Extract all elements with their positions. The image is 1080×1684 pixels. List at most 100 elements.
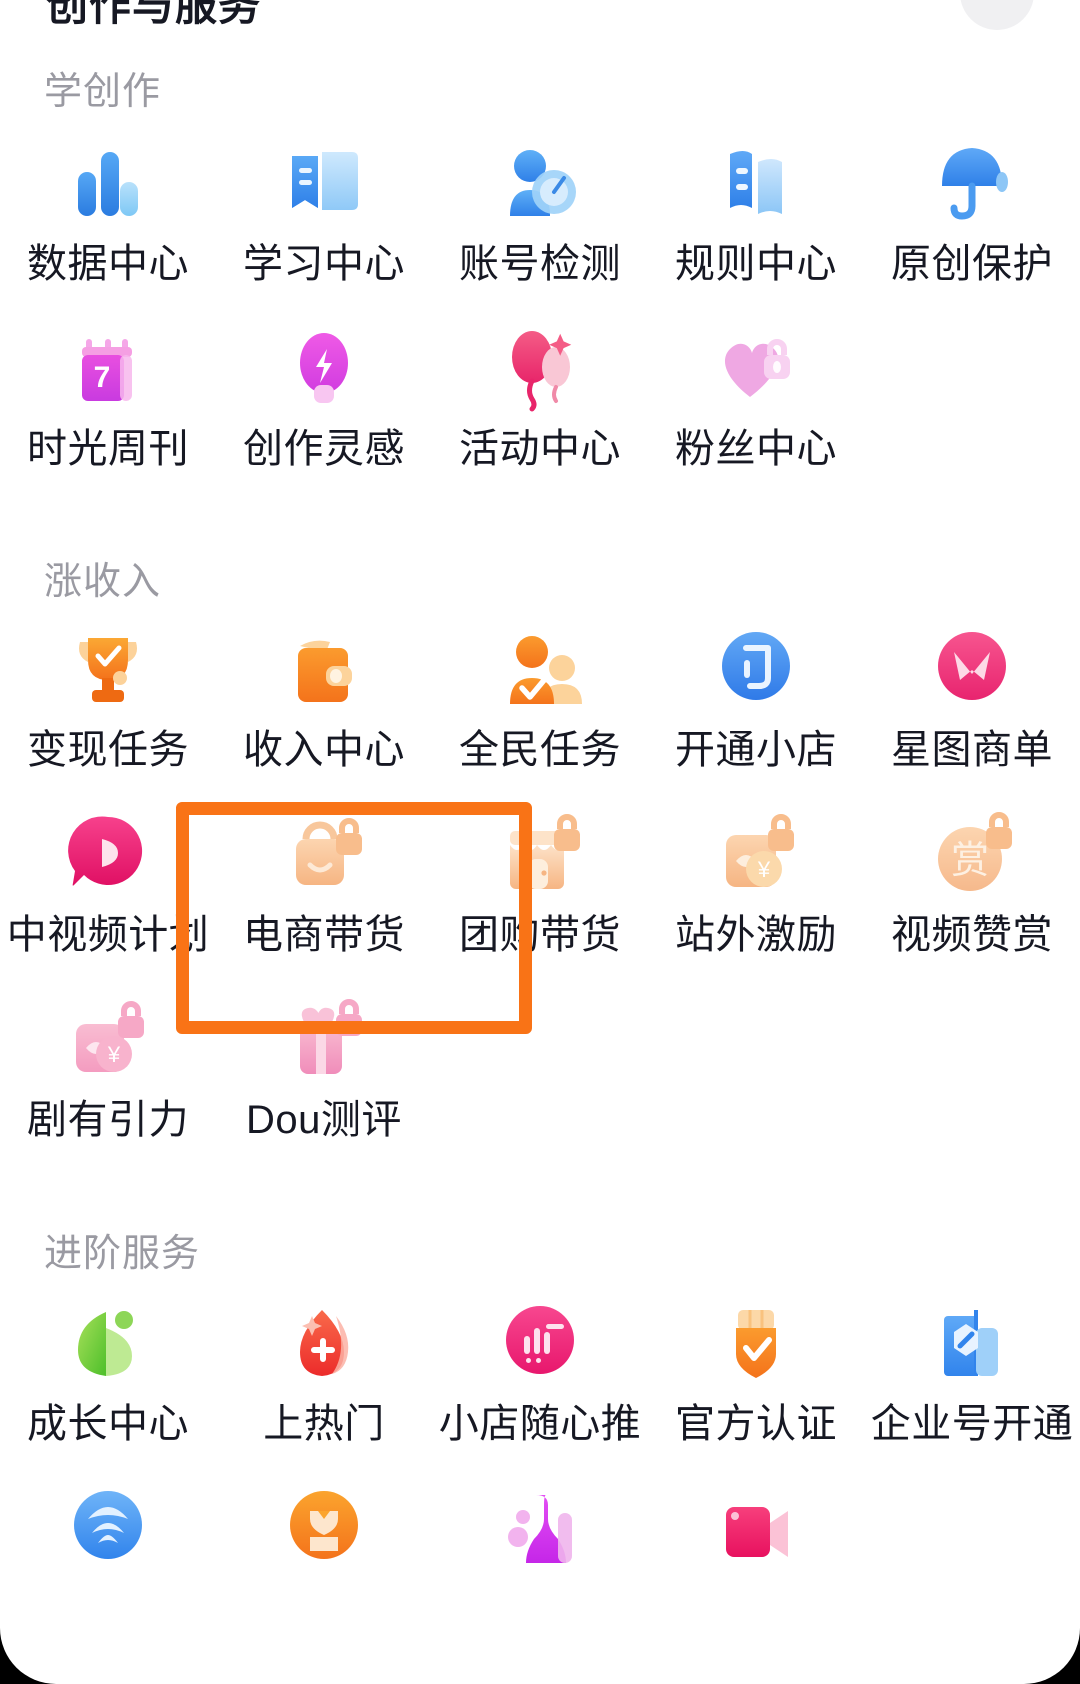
grid-item-fensizhongxin[interactable]: 粉丝中心	[648, 311, 864, 496]
grid-item-label: 企业号开通	[870, 1402, 1074, 1446]
grid-item-label: 官方认证	[675, 1402, 837, 1446]
video-camera-pink-icon	[704, 1473, 808, 1577]
grid-item-label: 中视频计划	[6, 913, 210, 957]
grid-item-label: 学习中心	[243, 242, 405, 286]
grid-item-bottle-purple[interactable]	[432, 1471, 648, 1656]
umbrella-icon	[920, 128, 1024, 232]
grid-advanced-services: 成长中心 上热门 小店随心推 官方认证 企业号开通	[0, 1286, 1080, 1656]
people-check-icon	[488, 614, 592, 718]
grid-item-label: Dou测评	[246, 1098, 402, 1142]
grid-item-label: 小店随心推	[438, 1402, 642, 1446]
money-bag-lock-icon: ¥	[704, 799, 808, 903]
page-card: 创作与服务 学创作 数据中心 学习中心 账号检测 规则中心 原创保护 7 时光周…	[0, 0, 1080, 1684]
svg-text:¥: ¥	[107, 1042, 121, 1067]
grid-item-label: 收入中心	[243, 728, 405, 772]
grid-item-chuangzuolinggan[interactable]: 创作灵感	[216, 311, 432, 496]
bar-chart-icon	[56, 128, 160, 232]
grid-item-huodongzhongxin[interactable]: 活动中心	[432, 311, 648, 496]
grid-item-label: 变现任务	[27, 728, 189, 772]
grid-item-zhongshipinjihua[interactable]: 中视频计划	[0, 797, 216, 982]
reward-lock-icon: 赏	[920, 799, 1024, 903]
svg-text:赏: 赏	[951, 840, 989, 882]
grid-item-shipinzanshang[interactable]: 赏 视频赞赏	[864, 797, 1080, 982]
verified-badge-icon	[704, 1288, 808, 1392]
storefront-lock-icon	[488, 799, 592, 903]
section-title-advanced-services: 进阶服务	[44, 1233, 201, 1275]
account-gauge-icon	[488, 128, 592, 232]
grid-item-guanfangrenzheng[interactable]: 官方认证	[648, 1286, 864, 1471]
drama-yuan-lock-icon: ¥	[56, 984, 160, 1088]
grid-item-label: 时光周刊	[27, 427, 189, 471]
grid-item-label: 团购带货	[459, 913, 621, 957]
heart-lock-icon	[704, 313, 808, 417]
grid-item-label: 上热门	[263, 1402, 385, 1446]
shopping-bag-lock-icon	[272, 799, 376, 903]
grid-item-shouruzhongxin[interactable]: 收入中心	[216, 612, 432, 797]
calendar-icon: 7	[56, 313, 160, 417]
open-book-icon	[272, 128, 376, 232]
grid-item-label: 规则中心	[675, 242, 837, 286]
grid-item-douceping[interactable]: Dou测评	[216, 982, 432, 1167]
enterprise-icon	[920, 1288, 1024, 1392]
lightbulb-icon	[272, 313, 376, 417]
svg-text:¥: ¥	[757, 857, 771, 882]
grid-item-guizezhongxin[interactable]: 规则中心	[648, 126, 864, 311]
shop-blue-icon	[704, 614, 808, 718]
grid-item-label: 数据中心	[27, 242, 189, 286]
grid-item-xingtushangdan[interactable]: 星图商单	[864, 612, 1080, 797]
gift-lock-icon	[272, 984, 376, 1088]
avatar[interactable]	[960, 0, 1034, 30]
grid-item-zhanghaojiance[interactable]: 账号检测	[432, 126, 648, 311]
grid-item-label: 成长中心	[27, 1402, 189, 1446]
grid-item-label: 活动中心	[459, 427, 621, 471]
grid-item-label: 站外激励	[675, 913, 837, 957]
grid-item-chengzhangzhongxin[interactable]: 成长中心	[0, 1286, 216, 1471]
grid-item-zhanwaijili[interactable]: ¥ 站外激励	[648, 797, 864, 982]
grid-item-label: 粉丝中心	[675, 427, 837, 471]
grid-item-label: 视频赞赏	[891, 913, 1053, 957]
grid-item-tuangoudaihuo[interactable]: 团购带货	[432, 797, 648, 982]
grid-item-xuexizhongxin[interactable]: 学习中心	[216, 126, 432, 311]
grid-item-label: 原创保护	[891, 242, 1053, 286]
play-bubble-icon	[56, 799, 160, 903]
grid-grow-income: 变现任务 收入中心 全民任务 开通小店 星图商单 中视频计划 电商带货 团购带货…	[0, 612, 1080, 1167]
grid-item-label: 账号检测	[459, 242, 621, 286]
grid-item-label: 剧有引力	[27, 1098, 189, 1142]
mail-orange-icon	[272, 1473, 376, 1577]
grid-item-shujuzhongxin[interactable]: 数据中心	[0, 126, 216, 311]
page-title: 创作与服务	[46, 0, 262, 29]
grid-item-dianshangdaihuo[interactable]: 电商带货	[216, 797, 432, 982]
grid-learn-create: 数据中心 学习中心 账号检测 规则中心 原创保护 7 时光周刊 创作灵感 活动中…	[0, 126, 1080, 496]
cloud-upload-icon	[56, 1473, 160, 1577]
section-title-learn-create: 学创作	[44, 71, 162, 113]
grid-item-shangremen[interactable]: 上热门	[216, 1286, 432, 1471]
grid-item-kaitongxiaodian[interactable]: 开通小店	[648, 612, 864, 797]
promote-chart-icon	[488, 1288, 592, 1392]
growth-leaf-icon	[56, 1288, 160, 1392]
grid-item-shiguangzhoukan[interactable]: 7 时光周刊	[0, 311, 216, 496]
grid-item-mail-orange[interactable]	[216, 1471, 432, 1656]
bottle-purple-icon	[488, 1473, 592, 1577]
flame-plus-icon	[272, 1288, 376, 1392]
grid-item-label: 电商带货	[243, 913, 405, 957]
svg-text:7: 7	[94, 361, 111, 394]
section-title-grow-income: 涨收入	[44, 561, 162, 603]
grid-item-yuanchuangbaohu[interactable]: 原创保护	[864, 126, 1080, 311]
grid-item-quanminrenwu[interactable]: 全民任务	[432, 612, 648, 797]
trophy-check-icon	[56, 614, 160, 718]
grid-item-xiaodiansuixintui[interactable]: 小店随心推	[432, 1286, 648, 1471]
grid-item-qiyehaokaitong[interactable]: 企业号开通	[864, 1286, 1080, 1471]
wallet-icon	[272, 614, 376, 718]
grid-item-cloud-upload[interactable]	[0, 1471, 216, 1656]
grid-item-label: 星图商单	[891, 728, 1053, 772]
star-chart-icon	[920, 614, 1024, 718]
balloons-icon	[488, 313, 592, 417]
grid-item-label: 开通小店	[675, 728, 837, 772]
grid-item-video-camera[interactable]	[648, 1471, 864, 1656]
grid-item-bianxianrenwu[interactable]: 变现任务	[0, 612, 216, 797]
rule-document-icon	[704, 128, 808, 232]
grid-item-label: 全民任务	[459, 728, 621, 772]
grid-item-juyouyinli[interactable]: ¥ 剧有引力	[0, 982, 216, 1167]
page-header: 创作与服务	[0, 0, 1080, 30]
grid-item-label: 创作灵感	[243, 427, 405, 471]
